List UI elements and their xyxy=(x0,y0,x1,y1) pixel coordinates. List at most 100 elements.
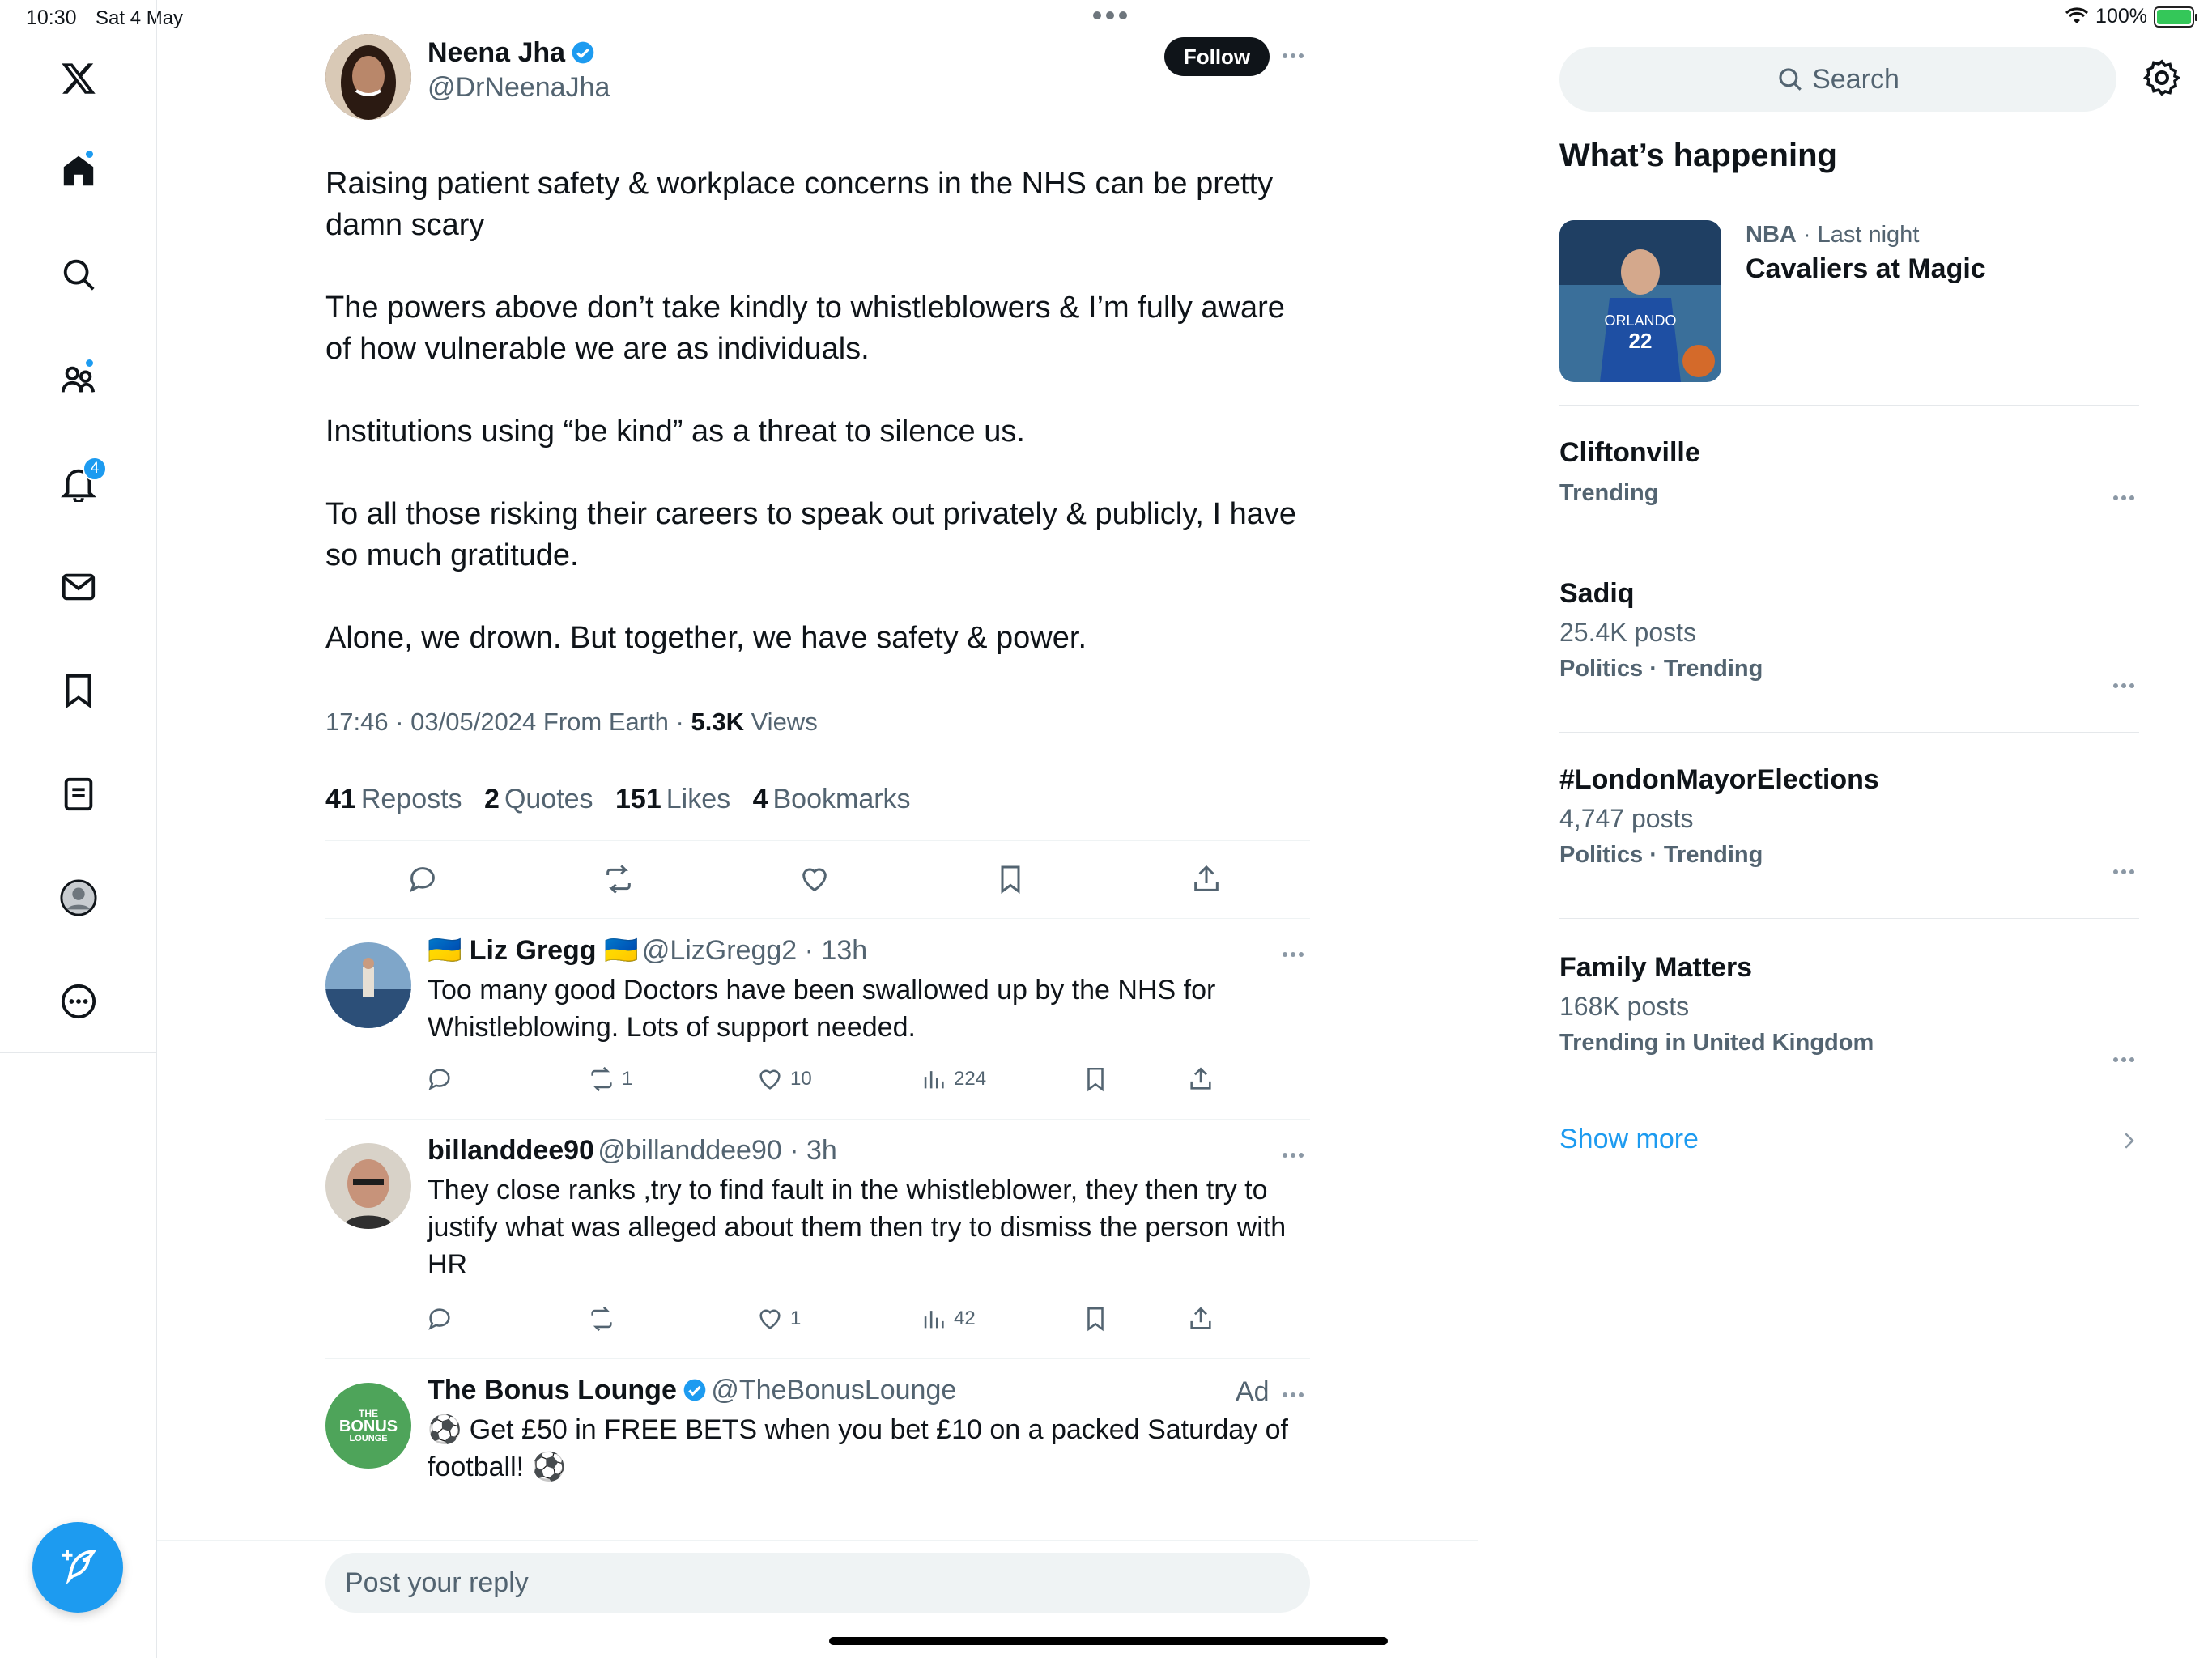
svg-text:ORLANDO: ORLANDO xyxy=(1604,312,1676,329)
trend-more-icon[interactable] xyxy=(2113,1057,2134,1062)
reply-item[interactable]: 🇺🇦 Liz Gregg 🇺🇦 @LizGregg2 · 13h Too man… xyxy=(428,934,1310,1046)
share-icon[interactable] xyxy=(1187,1065,1214,1093)
tweet-author-block: Neena Jha @DrNeenaJha xyxy=(428,37,610,104)
profile-avatar-icon[interactable] xyxy=(57,876,100,920)
likes-stat[interactable]: 151 Likes xyxy=(615,784,730,814)
bookmarks-icon[interactable] xyxy=(57,669,100,712)
views-count: 5.3K xyxy=(691,708,744,736)
tweet-more-icon[interactable] xyxy=(1283,53,1304,58)
repost-icon[interactable]: 1 xyxy=(588,1065,632,1093)
verified-badge-icon xyxy=(572,41,594,64)
views-chart-icon[interactable]: 42 xyxy=(920,1305,976,1333)
repost-icon[interactable] xyxy=(602,863,635,895)
featured-trend[interactable]: NBA · Last night Cavaliers at Magic xyxy=(1746,222,1986,285)
reply-icon[interactable] xyxy=(426,1305,453,1333)
verified-badge-icon xyxy=(683,1379,706,1401)
author-avatar[interactable] xyxy=(325,34,411,120)
reply-icon[interactable] xyxy=(426,1065,453,1093)
reply-more-icon[interactable] xyxy=(1283,952,1304,957)
tweet-paragraph: The powers above don’t take kindly to wh… xyxy=(325,291,1285,366)
home-unread-dot xyxy=(84,149,95,159)
tweet-paragraph: Raising patient safety & workplace conce… xyxy=(325,167,1274,242)
feather-plus-icon xyxy=(62,1550,97,1585)
trend-item[interactable]: Cliftonville Trending xyxy=(1559,437,2139,507)
like-heart-icon[interactable]: 10 xyxy=(756,1065,812,1093)
reply-more-icon[interactable] xyxy=(1283,1153,1304,1158)
ad-item[interactable]: The Bonus Lounge @TheBonusLounge ⚽ Get £… xyxy=(428,1375,1310,1540)
x-logo-icon[interactable] xyxy=(57,57,100,100)
bookmark-icon[interactable] xyxy=(1082,1305,1109,1333)
reply-handle-time[interactable]: @billanddee90 · 3h xyxy=(598,1135,836,1166)
left-navigation: 4 xyxy=(0,0,157,1658)
share-icon[interactable] xyxy=(1190,863,1223,895)
trend-item[interactable]: #LondonMayorElections 4,747 posts Politi… xyxy=(1559,764,2139,869)
compose-post-button[interactable] xyxy=(32,1522,123,1613)
more-options-circle-icon[interactable] xyxy=(57,980,100,1023)
trend-more-icon[interactable] xyxy=(2113,495,2134,500)
trend-more-icon[interactable] xyxy=(2113,869,2134,874)
trend-posts: 25.4K posts xyxy=(1559,618,1696,647)
search-icon xyxy=(1779,68,1802,91)
ad-avatar-logo[interactable]: THE BONUS LOUNGE xyxy=(325,1383,411,1469)
ad-label: Ad xyxy=(1236,1376,1270,1407)
reply-icon[interactable] xyxy=(406,863,439,895)
tweet-paragraph: Alone, we drown. But together, we have s… xyxy=(325,621,1087,655)
bookmarks-stat[interactable]: 4 Bookmarks xyxy=(753,784,911,814)
ad-more-icon[interactable] xyxy=(1283,1392,1304,1397)
notifications-bell-icon[interactable]: 4 xyxy=(57,457,107,505)
bookmark-icon[interactable] xyxy=(1082,1065,1109,1093)
divider xyxy=(325,918,1310,919)
nav-divider xyxy=(0,1052,157,1053)
reply-text: Too many good Doctors have been swallowe… xyxy=(428,975,1216,1043)
svg-text:22: 22 xyxy=(1629,329,1653,353)
like-heart-icon[interactable]: 1 xyxy=(756,1305,801,1333)
repost-icon[interactable] xyxy=(588,1305,622,1333)
reply-author-name[interactable]: 🇺🇦 Liz Gregg 🇺🇦 xyxy=(428,935,638,966)
like-heart-icon[interactable] xyxy=(798,863,831,895)
trend-more-icon[interactable] xyxy=(2113,683,2134,688)
chevron-right-icon[interactable] xyxy=(2116,1129,2141,1153)
reply-item[interactable]: billanddee90 @billanddee90 · 3h They clo… xyxy=(428,1135,1310,1283)
follow-button[interactable]: Follow xyxy=(1164,37,1270,76)
reply-avatar[interactable] xyxy=(325,942,411,1028)
quotes-stat[interactable]: 2 Quotes xyxy=(484,784,593,814)
trend-title: Family Matters xyxy=(1559,952,1753,983)
bookmark-icon[interactable] xyxy=(994,863,1027,895)
author-name[interactable]: Neena Jha xyxy=(428,37,565,68)
share-icon[interactable] xyxy=(1187,1305,1214,1333)
reposts-stat[interactable]: 41 Reposts xyxy=(325,784,462,814)
views-chart-icon[interactable]: 224 xyxy=(920,1065,986,1093)
home-icon[interactable] xyxy=(57,149,100,193)
trend-item[interactable]: Sadiq 25.4K posts Politics · Trending xyxy=(1559,578,2139,682)
like-count: 1 xyxy=(790,1307,802,1329)
views-count: 224 xyxy=(954,1068,987,1090)
whats-happening-title: What’s happening xyxy=(1559,138,1837,173)
communities-icon[interactable] xyxy=(57,358,100,402)
show-more-link[interactable]: Show more xyxy=(1559,1124,1699,1155)
settings-gear-icon[interactable] xyxy=(2142,58,2181,97)
trend-title: Sadiq xyxy=(1559,578,1635,609)
home-indicator[interactable] xyxy=(829,1637,1388,1645)
reply-handle-time[interactable]: @LizGregg2 · 13h xyxy=(642,935,867,966)
repost-count: 1 xyxy=(622,1068,633,1090)
tweet-timestamp[interactable]: 17:46 · 03/05/2024 From Earth · xyxy=(325,708,691,736)
divider xyxy=(325,840,1310,841)
tweet-paragraph: To all those risking their careers to sp… xyxy=(325,497,1296,572)
trend-item[interactable]: Family Matters 168K posts Trending in Un… xyxy=(1559,952,2139,1056)
ad-author-name[interactable]: The Bonus Lounge xyxy=(428,1375,677,1405)
reply-text: They close ranks ,try to find fault in t… xyxy=(428,1175,1287,1280)
reply-avatar[interactable] xyxy=(325,1143,411,1229)
messages-envelope-icon[interactable] xyxy=(57,565,100,609)
lists-icon[interactable] xyxy=(57,772,100,816)
notification-badge: 4 xyxy=(83,457,107,481)
trend-subtitle: Politics · Trending xyxy=(1559,842,1763,868)
search-icon[interactable] xyxy=(57,253,100,296)
post-reply-input[interactable]: Post your reply xyxy=(325,1553,1310,1613)
views-label: Views xyxy=(743,708,818,736)
author-handle[interactable]: @DrNeenaJha xyxy=(428,72,610,104)
featured-trend-image[interactable]: ORLANDO 22 xyxy=(1559,220,1721,382)
reply-author-name[interactable]: billanddee90 xyxy=(428,1135,594,1166)
divider xyxy=(325,1358,1310,1359)
ad-handle[interactable]: @TheBonusLounge xyxy=(711,1375,956,1405)
search-input[interactable]: Search xyxy=(1559,47,2116,112)
